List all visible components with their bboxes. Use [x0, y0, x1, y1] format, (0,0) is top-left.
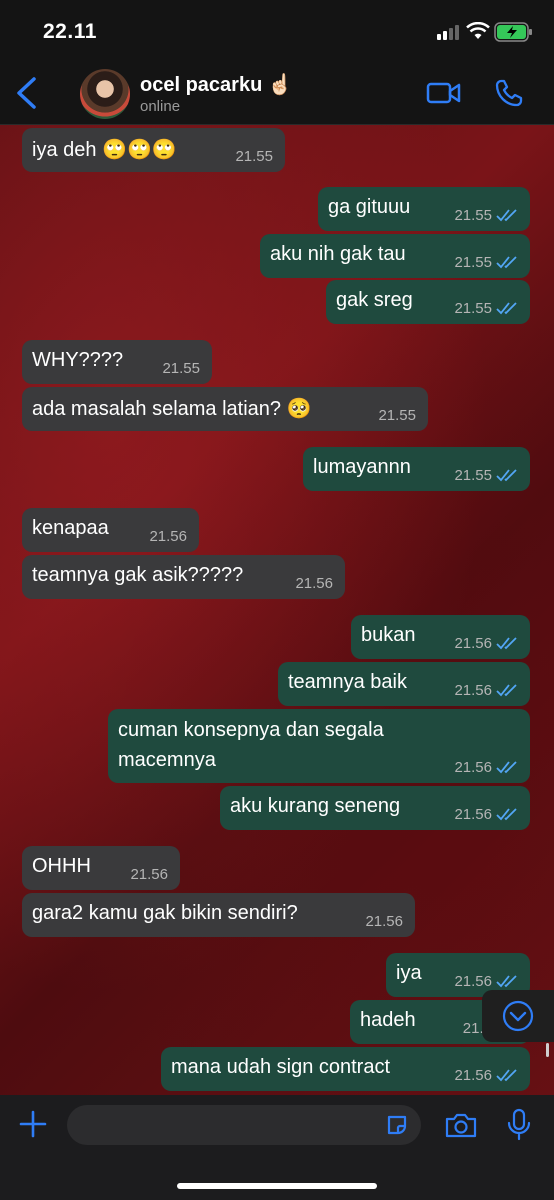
- message-text: ga gituuu: [328, 196, 411, 218]
- message-input[interactable]: [67, 1105, 421, 1145]
- message-time: 21.56: [454, 973, 492, 990]
- outgoing-message[interactable]: teamnya baik 21.56: [278, 662, 530, 706]
- message-text: gak sreg: [336, 289, 413, 311]
- message-text: cuman konsepnya dan segala macemnya: [118, 719, 384, 771]
- read-ticks-icon: [496, 684, 517, 697]
- message-time: 21.56: [365, 913, 403, 930]
- message-time: 21.55: [378, 407, 416, 424]
- contact-avatar[interactable]: [80, 69, 130, 119]
- contact-name[interactable]: ocel pacarku ☝🏻: [140, 72, 293, 97]
- outgoing-message[interactable]: ga gituuu 21.55: [318, 187, 530, 231]
- message-list[interactable]: iya deh 🙄🙄🙄 21.55 ga gituuu 21.55 aku ni…: [0, 125, 554, 1095]
- message-text: WHY????: [32, 349, 124, 371]
- message-time: 21.55: [454, 300, 492, 317]
- message-text: gara2 kamu gak bikin sendiri?: [32, 902, 298, 924]
- video-call-icon[interactable]: [426, 81, 462, 105]
- read-ticks-icon: [496, 808, 517, 821]
- microphone-icon[interactable]: [506, 1108, 532, 1142]
- wifi-icon: [466, 22, 490, 39]
- message-time: 21.56: [454, 682, 492, 699]
- incoming-message[interactable]: kenapaa 21.56: [22, 508, 199, 552]
- incoming-message[interactable]: gara2 kamu gak bikin sendiri? 21.56: [22, 893, 415, 937]
- read-ticks-icon: [496, 761, 517, 774]
- plus-icon[interactable]: [18, 1109, 48, 1139]
- message-time: 21.56: [295, 575, 333, 592]
- contact-status: online: [140, 98, 181, 115]
- outgoing-message[interactable]: gak sreg 21.55: [326, 280, 530, 324]
- status-bar: 22.11: [0, 0, 554, 60]
- read-ticks-icon: [496, 302, 517, 315]
- message-text: bukan: [361, 624, 416, 646]
- message-time: 21.56: [149, 528, 187, 545]
- sticker-icon[interactable]: [385, 1113, 409, 1137]
- message-text: OHHH: [32, 855, 91, 877]
- message-text: iya deh 🙄🙄🙄: [32, 139, 177, 161]
- message-time: 21.55: [454, 254, 492, 271]
- message-text: teamnya gak asik?????: [32, 564, 244, 586]
- message-time: 21.56: [454, 635, 492, 652]
- read-ticks-icon: [496, 1069, 517, 1082]
- incoming-message[interactable]: OHHH 21.56: [22, 846, 180, 890]
- outgoing-message[interactable]: bukan 21.56: [351, 615, 530, 659]
- scrollbar[interactable]: [546, 1043, 549, 1057]
- message-time: 21.56: [454, 806, 492, 823]
- read-ticks-icon: [496, 209, 517, 222]
- message-text: kenapaa: [32, 517, 109, 539]
- read-ticks-icon: [496, 637, 517, 650]
- message-text: ada masalah selama latian? 🥺: [32, 398, 312, 420]
- message-text: lumayannn: [313, 456, 411, 478]
- cellular-signal-icon: [437, 25, 459, 40]
- message-time: 21.56: [454, 1067, 492, 1084]
- scroll-to-bottom-button[interactable]: [482, 990, 554, 1042]
- message-time: 21.55: [454, 207, 492, 224]
- message-time: 21.56: [130, 866, 168, 883]
- incoming-message[interactable]: WHY???? 21.55: [22, 340, 212, 384]
- read-ticks-icon: [496, 975, 517, 988]
- message-time: 21.56: [454, 759, 492, 776]
- home-indicator[interactable]: [177, 1183, 377, 1189]
- outgoing-message[interactable]: aku kurang seneng 21.56: [220, 786, 530, 830]
- message-text: iya: [396, 962, 422, 984]
- read-ticks-icon: [496, 469, 517, 482]
- battery-charging-icon: [494, 22, 532, 42]
- back-chevron-icon[interactable]: [14, 76, 40, 110]
- message-time: 21.55: [235, 148, 273, 165]
- incoming-message[interactable]: teamnya gak asik????? 21.56: [22, 555, 345, 599]
- phone-call-icon[interactable]: [494, 78, 524, 108]
- message-text: hadeh: [360, 1009, 416, 1031]
- outgoing-message[interactable]: mana udah sign contract 21.56: [161, 1047, 530, 1091]
- message-text: aku nih gak tau: [270, 243, 406, 265]
- clock: 22.11: [43, 20, 97, 43]
- message-time: 21.55: [162, 360, 200, 377]
- incoming-message[interactable]: iya deh 🙄🙄🙄 21.55: [22, 128, 285, 172]
- chat-header: ocel pacarku ☝🏻 online: [0, 60, 554, 125]
- camera-icon[interactable]: [445, 1112, 477, 1138]
- message-text: aku kurang seneng: [230, 795, 401, 817]
- outgoing-message[interactable]: lumayannn 21.55: [303, 447, 530, 491]
- message-time: 21.55: [454, 467, 492, 484]
- read-ticks-icon: [496, 256, 517, 269]
- message-text: mana udah sign contract: [171, 1056, 391, 1078]
- incoming-message[interactable]: ada masalah selama latian? 🥺 21.55: [22, 387, 428, 431]
- chevron-down-circle-icon: [502, 1000, 534, 1032]
- outgoing-message[interactable]: cuman konsepnya dan segala macemnya 21.5…: [108, 709, 530, 783]
- outgoing-message[interactable]: aku nih gak tau 21.55: [260, 234, 530, 278]
- message-text: teamnya baik: [288, 671, 407, 693]
